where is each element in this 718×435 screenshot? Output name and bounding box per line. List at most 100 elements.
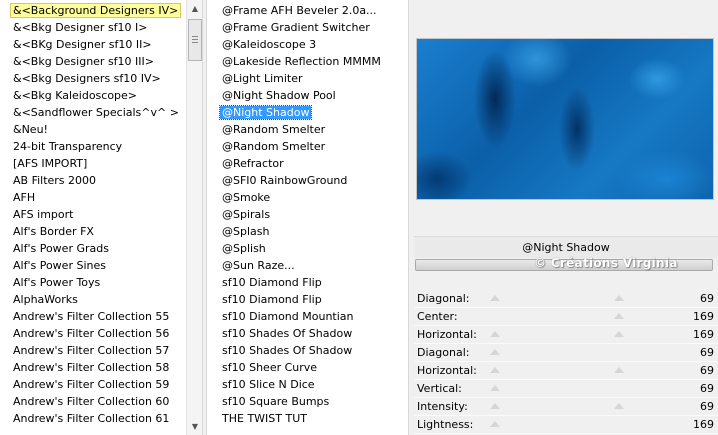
slider-marker-icon: [614, 403, 624, 409]
filter-item[interactable]: @Night Shadow: [207, 104, 408, 121]
parameter-slider-row[interactable]: Vertical: 69: [414, 380, 718, 398]
scrollbar-thumb[interactable]: [188, 19, 202, 61]
slider-marker-icon: [490, 331, 500, 337]
filter-item-label: @Frame Gradient Switcher: [222, 21, 370, 34]
filter-item[interactable]: @Refractor: [207, 155, 408, 172]
filter-item[interactable]: @Random Smelter: [207, 138, 408, 155]
category-item[interactable]: AlphaWorks: [0, 291, 186, 308]
filter-item[interactable]: @Frame AFH Beveler 2.0a...: [207, 2, 408, 19]
parameter-label: Lightness:: [417, 418, 474, 431]
filter-item-label: @Night Shadow: [218, 105, 313, 120]
filter-item-label: @Random Smelter: [222, 140, 326, 153]
category-item[interactable]: [AFS IMPORT]: [0, 155, 186, 172]
category-item[interactable]: Alf's Border FX: [0, 223, 186, 240]
filter-item-label: @SFI0 RainbowGround: [222, 174, 348, 187]
watermark-text: © Créations Virginia: [534, 256, 678, 270]
category-item-label: Alf's Power Toys: [13, 276, 101, 289]
filter-item-label: sf10 Slice N Dice: [222, 378, 315, 391]
category-item[interactable]: Andrew's Filter Collection 56: [0, 325, 186, 342]
scroll-down-arrow-icon[interactable]: ▼: [187, 418, 202, 435]
parameter-slider-row[interactable]: Center: 169: [414, 308, 718, 326]
filter-item[interactable]: sf10 Diamond Mountian: [207, 308, 408, 325]
filter-item[interactable]: sf10 Slice N Dice: [207, 376, 408, 393]
filter-item[interactable]: @Frame Gradient Switcher: [207, 19, 408, 36]
category-item[interactable]: AFH: [0, 189, 186, 206]
category-item[interactable]: Andrew's Filter Collection 57: [0, 342, 186, 359]
filter-item[interactable]: @Spirals: [207, 206, 408, 223]
category-item-label: &<Bkg Kaleidoscope>: [13, 89, 138, 102]
category-item[interactable]: Andrew's Filter Collection 60: [0, 393, 186, 410]
filter-list-pane: @Frame AFH Beveler 2.0a... @Frame Gradien…: [206, 0, 409, 435]
parameter-value: 69: [700, 364, 714, 377]
parameter-label: Horizontal:: [417, 328, 477, 341]
category-item[interactable]: &<Bkg Designer sf10 I>: [0, 19, 186, 36]
filter-item-label: @Kaleidoscope 3: [222, 38, 317, 51]
filter-item[interactable]: @Sun Raze...: [207, 257, 408, 274]
category-item[interactable]: Andrew's Filter Collection 61: [0, 410, 186, 427]
category-item-label: Andrew's Filter Collection 61: [13, 412, 170, 425]
scroll-up-arrow-icon[interactable]: ▲: [187, 0, 202, 17]
parameter-label: Diagonal:: [417, 292, 470, 305]
filter-item[interactable]: @Splish: [207, 240, 408, 257]
category-item[interactable]: 24-bit Transparency: [0, 138, 186, 155]
parameter-slider-row[interactable]: Diagonal: 69: [414, 290, 718, 308]
category-item[interactable]: Andrew's Filter Collection 59: [0, 376, 186, 393]
filter-item[interactable]: @Night Shadow Pool: [207, 87, 408, 104]
parameter-slider-row[interactable]: Horizontal: 169: [414, 326, 718, 344]
parameter-slider-row[interactable]: Intensity: 69: [414, 398, 718, 416]
filter-item[interactable]: sf10 Sheer Curve: [207, 359, 408, 376]
preview-pane: @Night Shadow © Créations Virginia Diago…: [410, 0, 718, 435]
category-item-label: 24-bit Transparency: [13, 140, 123, 153]
parameter-slider-row[interactable]: Lightness: 169: [414, 416, 718, 434]
filter-item[interactable]: THE TWIST TUT: [207, 410, 408, 427]
filter-item[interactable]: @Light Limiter: [207, 70, 408, 87]
filter-item[interactable]: @Random Smelter: [207, 121, 408, 138]
category-item[interactable]: AFS import: [0, 206, 186, 223]
category-item-label: Andrew's Filter Collection 56: [13, 327, 170, 340]
parameter-label: Vertical:: [417, 382, 462, 395]
category-item-label: [AFS IMPORT]: [13, 157, 88, 170]
category-item[interactable]: &<Background Designers IV>: [0, 2, 186, 19]
parameter-label: Horizontal:: [417, 364, 477, 377]
filter-item[interactable]: @Lakeside Reflection MMMM: [207, 53, 408, 70]
parameter-slider-row[interactable]: Diagonal: 69: [414, 344, 718, 362]
filter-item[interactable]: @Kaleidoscope 3: [207, 36, 408, 53]
category-item-label: Andrew's Filter Collection 55: [13, 310, 170, 323]
slider-marker-icon: [614, 331, 624, 337]
category-item-label: Andrew's Filter Collection 60: [13, 395, 170, 408]
filter-item[interactable]: @Splash: [207, 223, 408, 240]
category-item[interactable]: Alf's Power Sines: [0, 257, 186, 274]
filter-item-label: @Night Shadow Pool: [222, 89, 336, 102]
filter-item[interactable]: @Smoke: [207, 189, 408, 206]
parameter-value: 169: [693, 418, 714, 431]
category-item-label: Alf's Power Sines: [13, 259, 106, 272]
filter-item[interactable]: sf10 Shades Of Shadow: [207, 325, 408, 342]
slider-marker-icon: [490, 349, 500, 355]
parameter-slider-row[interactable]: Horizontal: 69: [414, 362, 718, 380]
category-item[interactable]: Alf's Power Grads: [0, 240, 186, 257]
parameter-value: 169: [693, 310, 714, 323]
category-item[interactable]: &<Bkg Designer sf10 III>: [0, 53, 186, 70]
category-scrollbar[interactable]: ▲ ▼: [186, 0, 202, 435]
category-item[interactable]: AB Filters 2000: [0, 172, 186, 189]
filter-item[interactable]: @SFI0 RainbowGround: [207, 172, 408, 189]
filter-item-label: @Sun Raze...: [222, 259, 295, 272]
filter-item[interactable]: sf10 Shades Of Shadow: [207, 342, 408, 359]
category-item[interactable]: Andrew's Filter Collection 58: [0, 359, 186, 376]
category-item[interactable]: &<Bkg Designers sf10 IV>: [0, 70, 186, 87]
filter-item-label: @Spirals: [222, 208, 271, 221]
category-item[interactable]: &<Sandflower Specials^v^ >: [0, 104, 186, 121]
filter-item[interactable]: sf10 Diamond Flip: [207, 274, 408, 291]
category-item[interactable]: &<Bkg Kaleidoscope>: [0, 87, 186, 104]
parameter-value: 69: [700, 346, 714, 359]
category-item-label: AFH: [13, 191, 36, 204]
filter-item[interactable]: sf10 Square Bumps: [207, 393, 408, 410]
category-item[interactable]: &Neu!: [0, 121, 186, 138]
category-item[interactable]: Andrew's Filter Collection 55: [0, 308, 186, 325]
category-item[interactable]: Alf's Power Toys: [0, 274, 186, 291]
slider-marker-icon: [490, 385, 500, 391]
filter-item[interactable]: sf10 Diamond Flip: [207, 291, 408, 308]
category-item[interactable]: &<BKg Designer sf10 II>: [0, 36, 186, 53]
grip-line: [192, 36, 198, 37]
slider-marker-icon: [614, 295, 624, 301]
